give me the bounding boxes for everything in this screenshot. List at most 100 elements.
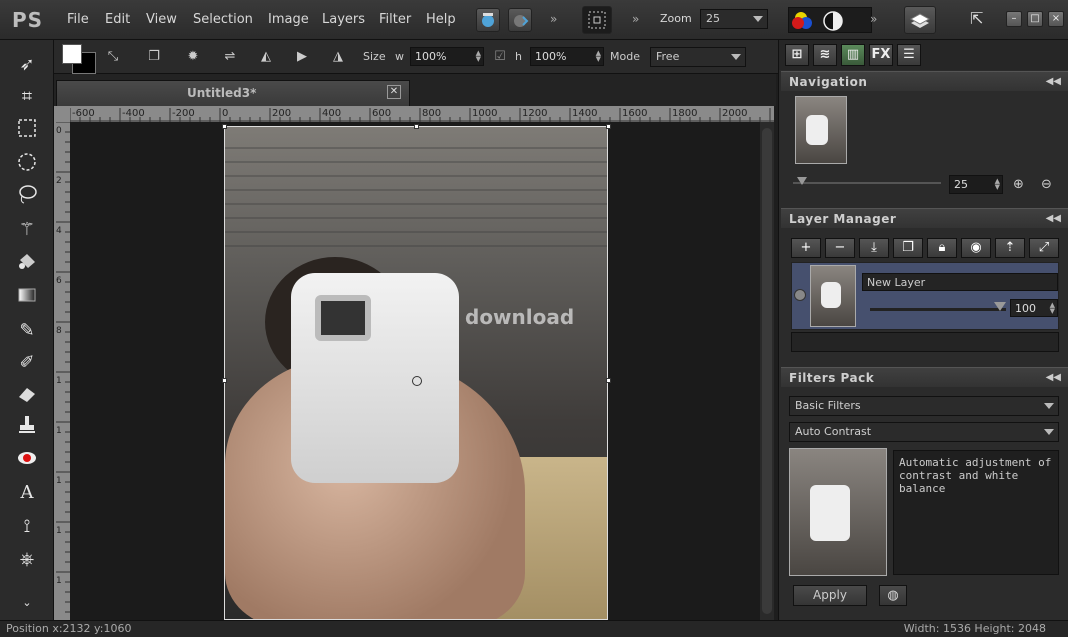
collapse-icon[interactable]: ◀◀ xyxy=(1046,213,1061,224)
delete-layer-icon[interactable]: − xyxy=(825,238,855,258)
menu-edit[interactable]: Edit xyxy=(105,12,130,27)
lasso-tool-icon[interactable] xyxy=(14,183,40,209)
menu-selection[interactable]: Selection xyxy=(193,12,253,27)
document-tab[interactable]: Untitled3* ✕ xyxy=(56,80,410,106)
minimize-icon[interactable]: – xyxy=(1006,11,1022,27)
height-input[interactable]: 100% ▲ ▼ xyxy=(530,47,604,66)
layer-name-field[interactable]: New Layer xyxy=(862,273,1058,291)
move-tool-icon[interactable]: ➶ xyxy=(14,52,40,78)
scrollbar-thumb[interactable] xyxy=(762,128,772,614)
menu-view[interactable]: View xyxy=(146,12,177,27)
expand-layer-icon[interactable]: ⤢ xyxy=(1029,238,1059,258)
foreground-color-swatch[interactable] xyxy=(62,44,82,64)
navigation-zoom-input[interactable]: 25 ▲ ▼ xyxy=(949,175,1003,194)
layer-eye-icon[interactable] xyxy=(794,289,806,301)
transform-handle[interactable] xyxy=(606,378,611,383)
expand-toolbar-icon[interactable]: » xyxy=(550,12,557,26)
mode-select[interactable]: Free xyxy=(650,47,746,67)
layer-row[interactable]: New Layer 100 ▲ ▼ xyxy=(791,262,1059,330)
app-logo: PS xyxy=(12,8,44,32)
gradient-tool-icon[interactable] xyxy=(14,284,40,310)
transform-handle[interactable] xyxy=(222,124,227,129)
tab-navigation-icon[interactable]: ⊞ xyxy=(785,44,809,66)
color-balance-icon[interactable] xyxy=(789,8,873,34)
transform-handle[interactable] xyxy=(414,124,419,129)
transform-handle[interactable] xyxy=(222,378,227,383)
flip-vertical-icon[interactable]: ◮ xyxy=(330,49,346,65)
paint-bucket-tool-icon[interactable] xyxy=(14,250,40,276)
menu-layers[interactable]: Layers xyxy=(322,12,365,27)
transform-handle[interactable] xyxy=(606,124,611,129)
eraser-tool-icon[interactable] xyxy=(14,382,40,408)
zoom-out-icon[interactable]: ⊖ xyxy=(1041,177,1052,192)
navigation-panel-header[interactable]: Navigation ◀◀ xyxy=(781,71,1068,91)
brush-tool-icon[interactable]: ✎ xyxy=(14,318,40,344)
pencil-tool-icon[interactable]: ✐ xyxy=(14,350,40,376)
flip-horizontal-icon[interactable]: ◭ xyxy=(258,49,274,65)
online-filters-icon[interactable]: ◍ xyxy=(879,585,907,606)
open-file-icon[interactable] xyxy=(476,8,500,32)
add-layer-icon[interactable]: + xyxy=(791,238,821,258)
duplicate-layer-icon[interactable]: ❐ xyxy=(893,238,923,258)
apply-filter-button[interactable]: Apply xyxy=(793,585,867,606)
menu-file[interactable]: File xyxy=(67,12,89,27)
slider-handle[interactable] xyxy=(797,177,807,185)
maximize-icon[interactable]: □ xyxy=(1027,11,1043,27)
close-document-icon[interactable]: ✕ xyxy=(387,85,401,99)
exit-fullscreen-icon[interactable]: ⇱ xyxy=(970,9,992,31)
expand-toolbar-icon-3[interactable]: » xyxy=(870,12,877,26)
document-image[interactable]: download xyxy=(224,126,608,620)
layer-manager-panel-header[interactable]: Layer Manager ◀◀ xyxy=(781,208,1068,228)
gear-icon[interactable]: ✹ xyxy=(185,49,201,65)
layer-visibility-icon[interactable]: ◉ xyxy=(961,238,991,258)
filter-category-select[interactable]: Basic Filters xyxy=(789,396,1059,416)
layer-opacity-input[interactable]: 100 ▲ ▼ xyxy=(1010,299,1058,317)
lock-layer-icon[interactable]: 🔒︎ xyxy=(927,238,957,258)
crop-tool-icon[interactable]: ⌗ xyxy=(14,84,40,110)
text-tool-icon[interactable]: A xyxy=(14,480,40,506)
tab-history-icon[interactable]: ☰ xyxy=(897,44,921,66)
duplicate-icon[interactable]: ❐ xyxy=(146,49,162,65)
close-icon[interactable]: × xyxy=(1048,11,1064,27)
move-layer-up-icon[interactable]: ⇡ xyxy=(995,238,1025,258)
save-file-icon[interactable] xyxy=(508,8,532,32)
pen-tool-icon[interactable]: ⟟ xyxy=(14,514,40,540)
filter-select[interactable]: Auto Contrast xyxy=(789,422,1059,442)
layers-stack-icon[interactable] xyxy=(904,6,936,34)
menu-image[interactable]: Image xyxy=(268,12,309,27)
opacity-slider-handle[interactable] xyxy=(994,302,1006,311)
ellipse-select-tool-icon[interactable] xyxy=(14,151,40,177)
expand-toolbar-icon-2[interactable]: » xyxy=(632,12,639,26)
canvas-area[interactable]: download xyxy=(70,122,760,620)
constrain-checkbox[interactable]: ☑ xyxy=(492,49,508,65)
collapse-icon[interactable]: ◀◀ xyxy=(1046,372,1061,383)
navigation-thumbnail[interactable] xyxy=(795,96,847,164)
layer-opacity-slider[interactable] xyxy=(870,302,1006,311)
navigation-zoom-slider[interactable] xyxy=(793,177,941,185)
collapse-icon[interactable]: ◀◀ xyxy=(1046,76,1061,87)
color-swatches[interactable] xyxy=(60,44,96,74)
merge-down-icon[interactable]: ⤓ xyxy=(859,238,889,258)
rect-select-tool-icon[interactable] xyxy=(14,117,40,143)
rotate-right-icon[interactable]: ▶ xyxy=(294,49,310,65)
menu-filter[interactable]: Filter xyxy=(379,12,411,27)
tab-histogram-icon[interactable]: ▥ xyxy=(841,44,865,66)
magic-wand-tool-icon[interactable]: ⚚ xyxy=(14,217,40,243)
tab-fx[interactable]: FX xyxy=(869,44,893,66)
zoom-in-icon[interactable]: ⊕ xyxy=(1013,177,1024,192)
filters-pack-panel-header[interactable]: Filters Pack ◀◀ xyxy=(781,367,1068,387)
transform-center-icon[interactable] xyxy=(412,376,422,386)
swap-colors-icon[interactable]: ⤡ xyxy=(105,49,121,65)
red-eye-tool-icon[interactable] xyxy=(14,447,40,473)
selection-transform-icon[interactable] xyxy=(582,6,612,34)
more-tools-icon[interactable]: ⌄ xyxy=(14,590,40,616)
vertical-scrollbar[interactable] xyxy=(760,122,774,620)
tab-layers-icon[interactable]: ≋ xyxy=(813,44,837,66)
menu-help[interactable]: Help xyxy=(426,12,456,27)
width-input[interactable]: 100% ▲ ▼ xyxy=(410,47,484,66)
shape-tool-icon[interactable]: ⎈ xyxy=(14,547,40,573)
skew-icon[interactable]: ⇌ xyxy=(222,49,238,65)
zoom-select[interactable]: 25 xyxy=(700,9,768,29)
clone-stamp-tool-icon[interactable] xyxy=(14,414,40,440)
navigation-title: Navigation xyxy=(789,75,868,89)
